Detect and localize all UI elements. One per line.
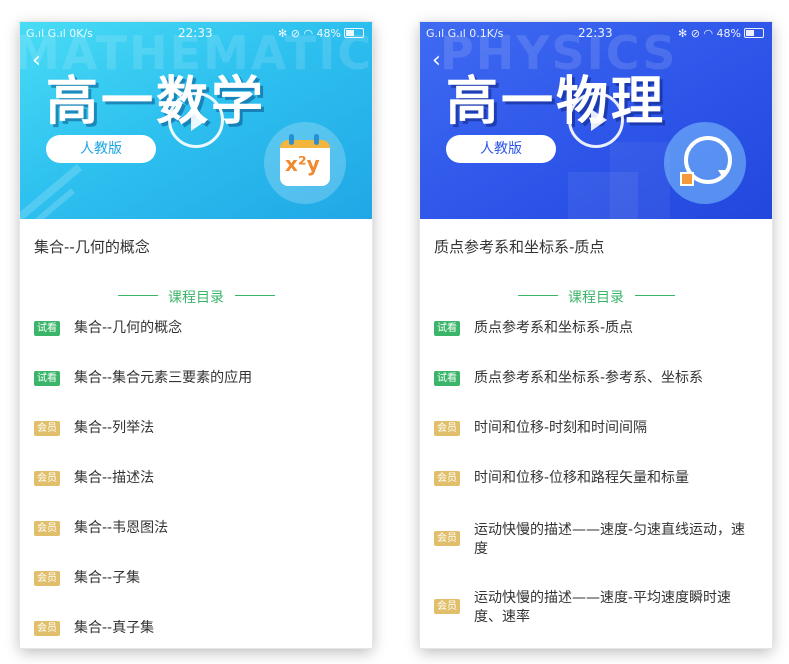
- member-badge: 会员: [434, 471, 460, 486]
- status-time: 22:33: [178, 26, 213, 40]
- trial-badge: 试看: [34, 371, 60, 386]
- member-badge: 会员: [34, 621, 60, 636]
- decorative-block: [610, 142, 670, 219]
- trial-badge: 试看: [434, 371, 460, 386]
- math-course-screen: MATHEMATICS G.ıl G.ıl 0K/s 22:33 ✻ ⊘ ◠ 4…: [20, 22, 372, 648]
- physics-course-screen: PHYSICS G.ıl G.ıl 0.1K/s 22:33 ✻ ⊘ ◠ 48%…: [420, 22, 772, 648]
- lesson-label: 时间和位移-位移和路程矢量和标量: [474, 470, 690, 486]
- lesson-label: 运动快慢的描述——速度-平均速度瞬时速度、速率: [474, 590, 732, 625]
- status-bar: G.ıl G.ıl 0.1K/s 22:33 ✻ ⊘ ◠ 48%: [420, 22, 772, 44]
- signal-indicator: G.ıl G.ıl 0.1K/s: [426, 27, 504, 40]
- course-title: 高一物理: [446, 72, 667, 132]
- edition-badge[interactable]: 人教版: [446, 135, 556, 163]
- lesson-label: 集合--列举法: [74, 420, 155, 436]
- trial-badge: 试看: [34, 321, 60, 336]
- battery-icon: [344, 28, 364, 38]
- status-indicators: ✻ ⊘ ◠ 48%: [278, 27, 341, 40]
- calendar-ring: [289, 134, 294, 145]
- calendar-formula-icon: x²y: [280, 134, 330, 186]
- subject-icon-circle: x²y: [264, 122, 346, 204]
- back-arrow-icon[interactable]: ‹: [32, 50, 41, 72]
- lesson-label: 集合--几何的概念: [74, 320, 183, 336]
- formula-glyph: x²y: [285, 152, 320, 176]
- status-bar: G.ıl G.ıl 0K/s 22:33 ✻ ⊘ ◠ 48%: [20, 22, 372, 44]
- status-icons: ✻ ⊘ ◠ 48%: [678, 27, 764, 40]
- catalog-divider-right: [235, 295, 275, 296]
- lesson-label: 质点参考系和坐标系-参考系、坐标系: [474, 370, 704, 386]
- coil-arrow-icon: [718, 170, 728, 178]
- signal-indicator: G.ıl G.ıl 0K/s: [26, 27, 93, 40]
- status-icons: ✻ ⊘ ◠ 48%: [278, 27, 364, 40]
- current-lesson-title: 质点参考系和坐标系-质点: [434, 238, 605, 256]
- course-title: 高一数学: [46, 72, 267, 132]
- catalog-heading: 课程目录: [168, 290, 224, 306]
- member-badge: 会员: [34, 421, 60, 436]
- subject-icon-circle: [664, 122, 746, 204]
- status-time: 22:33: [578, 26, 613, 40]
- battery-icon: [744, 28, 764, 38]
- trial-badge: 试看: [434, 321, 460, 336]
- coil-block-icon: [680, 172, 694, 186]
- member-badge: 会员: [34, 521, 60, 536]
- course-banner: MATHEMATICS G.ıl G.ıl 0K/s 22:33 ✻ ⊘ ◠ 4…: [20, 22, 372, 219]
- calendar-ring: [314, 134, 319, 145]
- back-arrow-icon[interactable]: ‹: [432, 50, 441, 72]
- member-badge: 会员: [34, 571, 60, 586]
- member-badge: 会员: [434, 531, 460, 546]
- lesson-label: 集合--真子集: [74, 620, 155, 636]
- member-badge: 会员: [34, 471, 60, 486]
- current-lesson-title: 集合--几何的概念: [34, 238, 150, 256]
- lesson-label: 集合--描述法: [74, 470, 155, 486]
- course-banner: PHYSICS G.ıl G.ıl 0.1K/s 22:33 ✻ ⊘ ◠ 48%…: [420, 22, 772, 219]
- catalog-divider-right: [635, 295, 675, 296]
- play-icon[interactable]: [168, 92, 224, 148]
- member-badge: 会员: [434, 599, 460, 614]
- lesson-label: 质点参考系和坐标系-质点: [474, 320, 634, 336]
- play-icon[interactable]: [568, 92, 624, 148]
- catalog-heading: 课程目录: [568, 290, 624, 306]
- lesson-label: 集合--韦恩图法: [74, 520, 169, 536]
- lesson-label: 运动快慢的描述——速度-匀速直线运动，速度: [474, 522, 746, 557]
- member-badge: 会员: [434, 421, 460, 436]
- edition-badge[interactable]: 人教版: [46, 135, 156, 163]
- lesson-label: 集合--集合元素三要素的应用: [74, 370, 253, 386]
- lesson-label: 集合--子集: [74, 570, 141, 586]
- status-indicators: ✻ ⊘ ◠ 48%: [678, 27, 741, 40]
- lesson-label: 时间和位移-时刻和时间间隔: [474, 420, 648, 436]
